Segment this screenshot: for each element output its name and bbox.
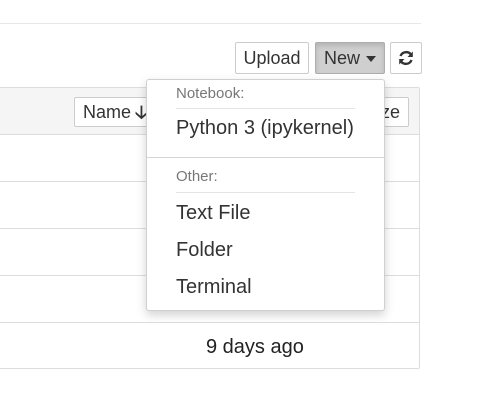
upload-button-label: Upload <box>243 48 301 68</box>
header-divider <box>0 23 421 24</box>
notebook-section-header: Notebook: <box>176 85 245 102</box>
new-dropdown-button[interactable]: New <box>315 42 385 74</box>
section-divider <box>176 108 355 109</box>
list-item[interactable]: 9 days ago <box>0 323 419 370</box>
menu-item-python3[interactable]: Python 3 (ipykernel) <box>176 117 354 140</box>
sort-name-label: Name <box>83 102 132 122</box>
last-modified: 9 days ago <box>206 336 304 358</box>
section-divider <box>176 192 355 193</box>
menu-item-terminal[interactable]: Terminal <box>176 276 252 299</box>
menu-item-text-file[interactable]: Text File <box>176 202 250 225</box>
menu-item-folder[interactable]: Folder <box>176 239 233 262</box>
refresh-button[interactable] <box>390 42 422 74</box>
new-dropdown-menu: Notebook: Python 3 (ipykernel) Other: Te… <box>146 79 385 311</box>
new-button-label: New <box>323 48 360 68</box>
upload-button[interactable]: Upload <box>235 42 309 74</box>
menu-divider <box>147 157 384 158</box>
refresh-icon <box>399 50 413 66</box>
other-section-header: Other: <box>176 168 218 185</box>
caret-down-icon <box>366 56 376 63</box>
